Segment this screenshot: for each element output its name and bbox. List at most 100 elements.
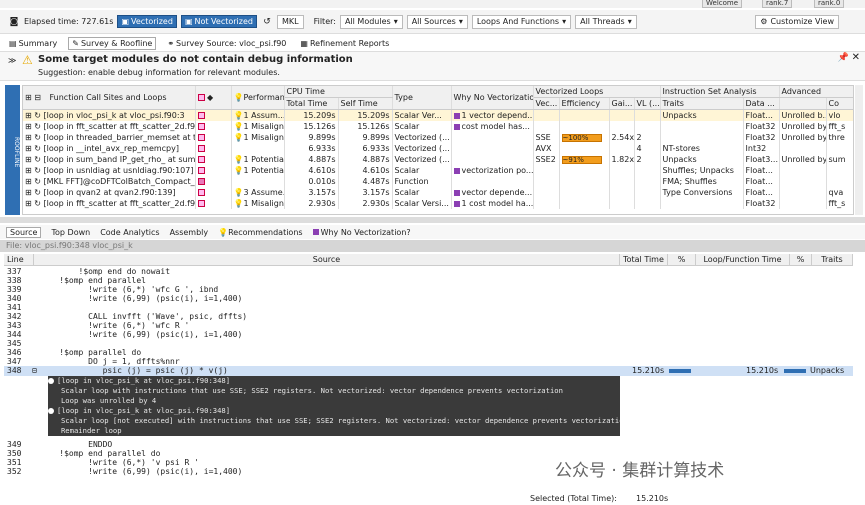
grid-row[interactable]: ⊞ ↻ [loop in fft_scatter at fft_scatter_… xyxy=(23,121,853,132)
source-line[interactable]: 346 !$omp parallel do xyxy=(4,348,853,357)
source-line[interactable]: 351 !write (6,*) 'v psi R ' xyxy=(4,458,853,467)
threads-dropdown[interactable]: All Threads ▾ xyxy=(575,14,637,29)
tab-rank7[interactable]: rank.7 xyxy=(762,0,793,8)
checkbox-icon[interactable] xyxy=(197,123,205,130)
not-vectorized-filter[interactable]: ▣ Not Vectorized xyxy=(180,15,257,28)
tab-code-analytics[interactable]: Code Analytics xyxy=(100,228,159,237)
col-header-vec[interactable]: Vec... xyxy=(533,97,560,110)
customize-view-button[interactable]: ⚙ Customize View xyxy=(755,14,839,29)
modules-dropdown[interactable]: All Modules ▾ xyxy=(339,14,403,29)
tab-recommendations[interactable]: 💡Recommendations xyxy=(218,228,302,237)
collapse-icon[interactable]: ⊟ xyxy=(32,366,37,375)
source-line[interactable]: 337 !$omp end do nowait xyxy=(4,267,853,276)
source-line[interactable]: 339 !write (6,*) 'wfc G ', ibnd xyxy=(4,285,853,294)
grid-row[interactable]: ⊞ ↻ [loop in qvan2 at qvan2.f90:139] 💡3 A… xyxy=(23,187,853,198)
source-line[interactable]: 347 DO j = 1, dffts%nnr xyxy=(4,357,853,366)
expand-icon[interactable]: ⊞ xyxy=(25,188,34,197)
col-header-src-pct2[interactable]: % xyxy=(790,254,812,266)
tab-survey-source[interactable]: ⚭ Survey Source: vloc_psi.f90 xyxy=(164,38,289,49)
col-header-src-total-time[interactable]: Total Time xyxy=(620,254,668,266)
grid-row[interactable]: ⊞ ↻ [loop in fft_scatter at fft_scatter_… xyxy=(23,198,853,209)
col-header-line[interactable]: Line xyxy=(4,254,34,266)
col-header-type[interactable]: Type xyxy=(392,86,452,110)
checkbox-icon[interactable] xyxy=(197,134,205,141)
col-header-self-time[interactable]: Self Time xyxy=(338,97,393,110)
source-line[interactable]: 349 ENDDO xyxy=(4,440,853,449)
collapse-icon[interactable]: ≫ xyxy=(8,56,16,65)
col-header-flags[interactable]: ◆ xyxy=(195,86,232,110)
expand-icon[interactable]: ⊞ xyxy=(25,122,34,131)
tab-summary[interactable]: ▤ Summary xyxy=(6,38,60,49)
col-header-performance-issues[interactable]: 💡Performance Issues xyxy=(231,86,285,110)
tab-welcome[interactable]: Welcome xyxy=(702,0,743,8)
source-line[interactable]: 340 !write (6,99) (psic(i), i=1,400) xyxy=(4,294,853,303)
checkbox-icon[interactable] xyxy=(197,94,205,101)
expand-icon[interactable]: ⊞ xyxy=(25,133,34,142)
sources-dropdown[interactable]: All Sources ▾ xyxy=(406,14,468,29)
col-header-co[interactable]: Co xyxy=(826,97,853,110)
col-header-traits[interactable]: Traits xyxy=(660,97,744,110)
camera-icon[interactable]: ◙ xyxy=(8,16,20,28)
col-header-call-sites[interactable]: ⊞ ⊟ Function Call Sites and Loops xyxy=(23,86,196,110)
grid-row[interactable]: ⊞ ↻ [loop in usnldiag at usnldiag.f90:10… xyxy=(23,165,853,176)
collapse-icon[interactable]: ⊟ xyxy=(34,93,41,102)
source-line[interactable]: 343 !write (6,*) 'wfc R ' xyxy=(4,321,853,330)
source-line[interactable]: 344 !write (6,99) (psic(i), i=1,400) xyxy=(4,330,853,339)
col-header-vectorized-loops[interactable]: Vectorized Loops xyxy=(533,86,661,98)
grid-scrollbar[interactable] xyxy=(855,85,863,215)
tab-top-down[interactable]: Top Down xyxy=(51,228,90,237)
col-header-why-no-vectorization[interactable]: Why No Vectorization? xyxy=(451,86,534,110)
checkbox-icon[interactable] xyxy=(197,167,205,174)
selected-source-line[interactable]: 348 ⊟ psic (j) = psic (j) * v(j) 15.210s 15… xyxy=(4,366,853,376)
expand-icon[interactable]: ⊞ xyxy=(25,199,34,208)
tab-assembly[interactable]: Assembly xyxy=(170,228,209,237)
source-line[interactable]: 345 xyxy=(4,339,853,348)
grid-row[interactable]: ⊞ ↻ [loop in threaded_barrier_memset at … xyxy=(23,132,853,143)
checkbox-icon[interactable] xyxy=(197,145,205,152)
col-header-advanced[interactable]: Advanced xyxy=(779,86,853,98)
tab-why-no-vectorization[interactable]: Why No Vectorization? xyxy=(312,228,411,237)
tab-source[interactable]: Source xyxy=(6,226,42,238)
expand-icon[interactable]: ⊞ xyxy=(25,166,34,175)
expand-icon[interactable]: ⊞ xyxy=(25,93,32,102)
tab-refinement-reports[interactable]: ▦ Refinement Reports xyxy=(297,38,392,49)
col-header-efficiency[interactable]: Efficiency xyxy=(559,97,610,110)
roofline-sidebar-toggle[interactable]: ROOFLINE xyxy=(5,85,20,215)
splitter[interactable] xyxy=(0,217,865,223)
checkbox-icon[interactable] xyxy=(197,112,205,119)
col-header-total-time[interactable]: Total Time xyxy=(284,97,339,110)
vectorized-filter[interactable]: ▣ Vectorized xyxy=(117,15,177,28)
grid-row[interactable]: ⊞ ↻ [loop in __intel_avx_rep_memcpy] 6.93… xyxy=(23,143,853,154)
source-line[interactable]: 350 !$omp end parallel do xyxy=(4,449,853,458)
checkbox-icon[interactable] xyxy=(197,189,205,196)
checkbox-icon[interactable] xyxy=(197,200,205,207)
expand-icon[interactable]: ⊞ xyxy=(25,155,34,164)
col-header-advanced-sub[interactable] xyxy=(779,97,827,110)
col-header-loop-function-time[interactable]: Loop/Function Time xyxy=(696,254,790,266)
checkbox-icon[interactable] xyxy=(197,178,205,185)
close-icon[interactable]: ✕ xyxy=(852,52,860,63)
col-header-data[interactable]: Data ... xyxy=(743,97,780,110)
source-line[interactable]: 338 !$omp end parallel xyxy=(4,276,853,285)
checkbox-icon[interactable] xyxy=(197,156,205,163)
source-line[interactable]: 342 CALL invfft ('Wave', psic, dffts) xyxy=(4,312,853,321)
grid-row[interactable]: ⊞ ↻ [MKL FFT]@coDFTColBatch_Compact_Fw 0.… xyxy=(23,176,853,187)
loops-functions-dropdown[interactable]: Loops And Functions ▾ xyxy=(471,14,572,29)
col-header-vl[interactable]: VL (... xyxy=(634,97,661,110)
expand-icon[interactable]: ⊞ xyxy=(25,111,34,120)
col-header-src-pct[interactable]: % xyxy=(668,254,696,266)
source-line[interactable]: 341 xyxy=(4,303,853,312)
expand-icon[interactable]: ⊞ xyxy=(25,177,34,186)
thread-icon[interactable]: ↺ xyxy=(261,16,273,28)
tab-rank0[interactable]: rank.0 xyxy=(814,0,845,8)
tab-survey-roofline[interactable]: ✎ Survey & Roofline xyxy=(68,36,157,50)
pin-icon[interactable]: 📌 xyxy=(838,53,849,63)
col-header-cpu-time[interactable]: CPU Time xyxy=(284,86,393,98)
expand-icon[interactable]: ⊞ xyxy=(25,144,34,153)
grid-row[interactable]: ⊞ ↻ [loop in vloc_psi_k at vloc_psi.f90:… xyxy=(23,109,853,121)
mkl-filter[interactable]: MKL xyxy=(276,14,304,29)
col-header-src-traits[interactable]: Traits xyxy=(812,254,853,266)
source-line[interactable]: 352 !write (6,99) (psic(i), i=1,400) xyxy=(4,467,853,476)
grid-row[interactable]: ⊞ ↻ [loop in sum_band IP_get_rho_ at sum… xyxy=(23,154,853,165)
col-header-gain[interactable]: Gai... xyxy=(609,97,635,110)
